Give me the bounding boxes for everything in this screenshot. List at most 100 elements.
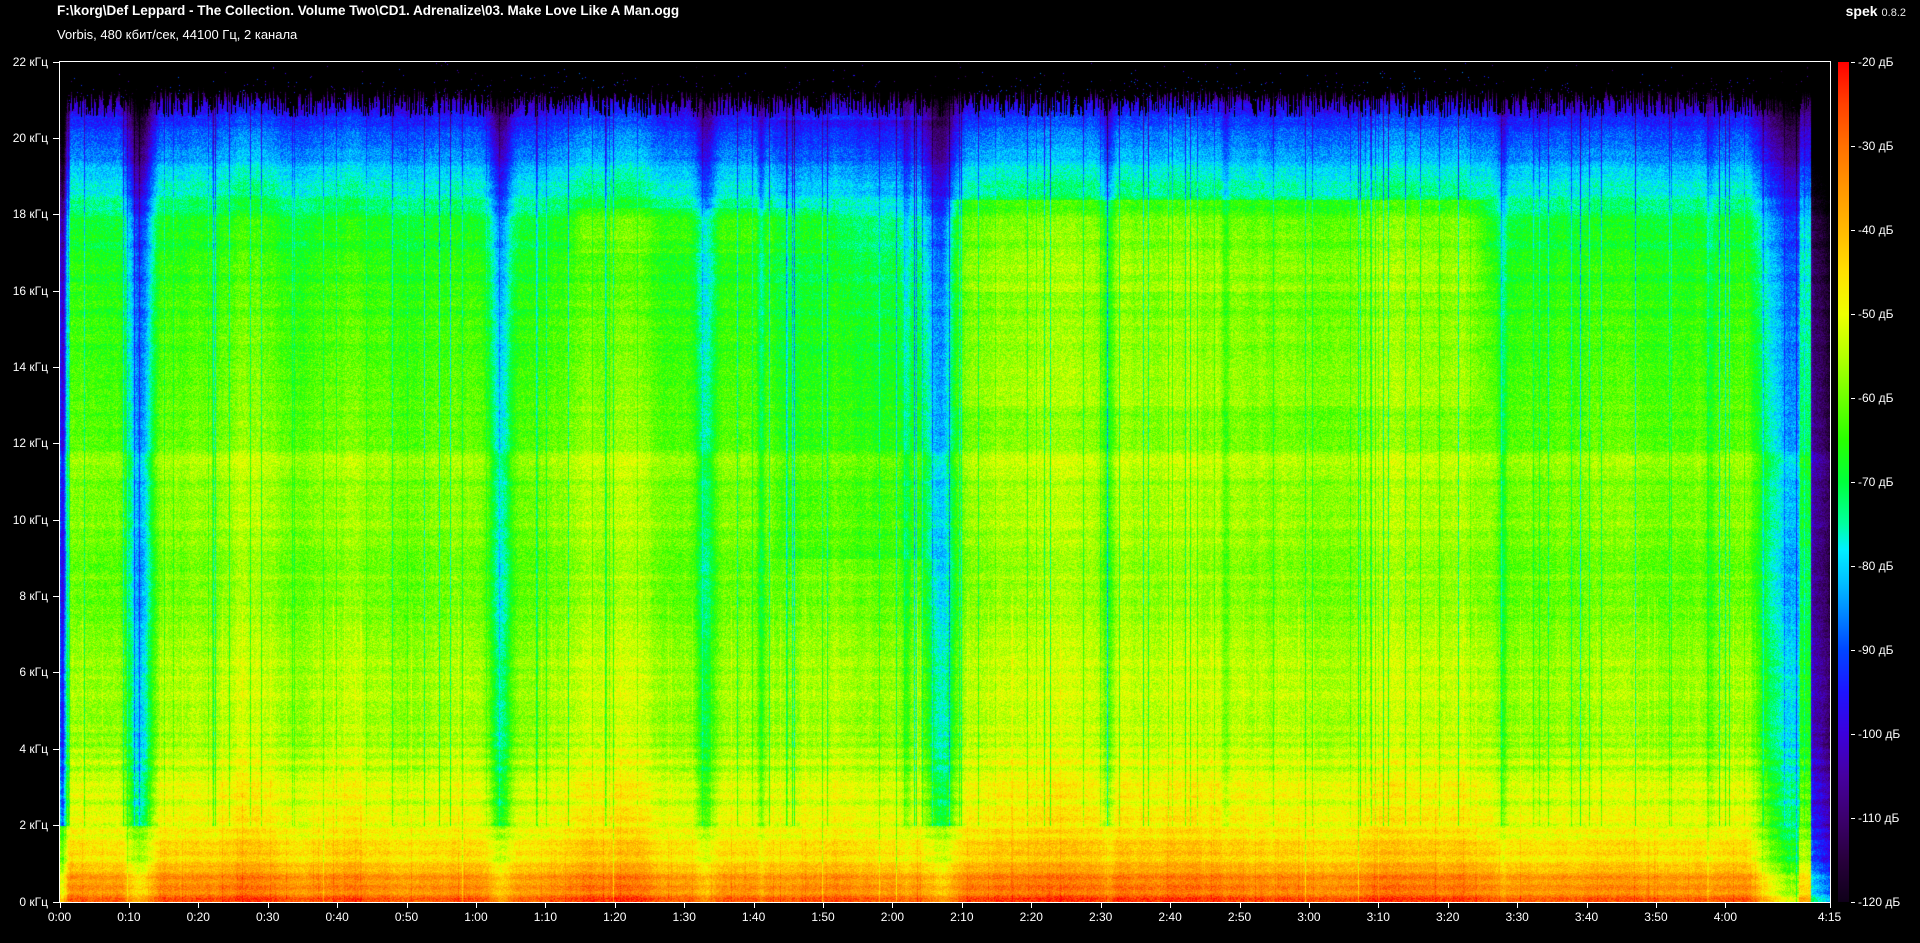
freq-tick [53,443,59,445]
time-tick-label: 3:40 [1574,910,1599,924]
time-tick [961,903,963,908]
time-tick-label: 1:10 [533,910,558,924]
freq-tick [53,901,59,903]
freq-tick [53,825,59,827]
spectrogram-canvas [60,62,1830,902]
db-tick-label: -100 дБ [1858,726,1901,741]
time-tick-label: 3:50 [1644,910,1668,924]
time-tick-label: 0:00 [47,910,72,924]
time-tick [1239,903,1241,908]
time-tick [1447,903,1449,908]
db-tick [1851,817,1855,819]
time-tick-label: 1:00 [464,910,488,924]
time-tick [1100,903,1102,908]
time-tick-label: 3:20 [1436,910,1460,924]
time-tick [198,903,200,908]
time-tick-label: 2:40 [1158,910,1182,924]
spek-window: F:\korg\Def Leppard - The Collection. Vo… [0,0,1920,943]
db-tick [1851,61,1855,63]
app-version: 0.8.2 [1881,7,1906,19]
db-tick-label: -110 дБ [1858,810,1900,825]
time-tick-label: 3:00 [1297,910,1321,924]
time-tick-label: 1:30 [672,910,696,924]
time-tick-label: 3:30 [1505,910,1529,924]
time-tick [1829,903,1831,908]
freq-tick-label: 16 кГц [12,283,48,298]
db-tick-label: -40 дБ [1858,222,1894,237]
db-tick [1851,733,1855,735]
app-name: spek [1845,3,1878,19]
db-tick-label: -30 дБ [1858,138,1894,153]
freq-tick-label: 18 кГц [12,207,48,222]
time-tick [267,903,269,908]
app-brand: spek 0.8.2 [1846,3,1906,19]
time-tick-label: 0:10 [117,910,141,924]
time-tick-label: 2:30 [1088,910,1113,924]
db-tick [1851,145,1855,147]
time-tick-label: 0:40 [325,910,349,924]
time-tick-label: 0:20 [186,910,210,924]
db-tick [1851,481,1855,483]
freq-tick-label: 0 кГц [19,894,48,909]
time-tick [1031,903,1033,908]
time-tick [128,903,130,908]
time-tick [1308,903,1310,908]
time-tick [545,903,547,908]
time-tick-label: 1:20 [603,910,627,924]
db-tick-label: -80 дБ [1858,558,1894,573]
time-tick [614,903,616,908]
db-tick-label: -90 дБ [1858,642,1894,657]
time-tick [1586,903,1588,908]
time-tick [684,903,686,908]
time-tick [1170,903,1172,908]
time-tick [1725,903,1727,908]
freq-tick-label: 2 кГц [19,818,48,833]
freq-tick-label: 8 кГц [19,589,48,604]
freq-tick-label: 6 кГц [19,665,48,680]
time-tick-label: 1:40 [741,910,766,924]
db-tick [1851,313,1855,315]
file-path-title: F:\korg\Def Leppard - The Collection. Vo… [57,3,680,18]
freq-tick [53,366,59,368]
freq-tick [53,214,59,216]
time-tick [406,903,408,908]
freq-tick [53,519,59,521]
db-tick-label: -120 дБ [1858,894,1901,909]
time-tick [337,903,339,908]
db-tick-label: -70 дБ [1858,474,1894,489]
time-tick-label: 4:15 [1817,910,1842,924]
db-tick [1851,649,1855,651]
stream-info: Vorbis, 480 кбит/сек, 44100 Гц, 2 канала [57,27,298,42]
time-tick [1655,903,1657,908]
freq-tick [53,596,59,598]
db-tick [1851,901,1855,903]
freq-tick [53,137,59,139]
db-tick-label: -60 дБ [1858,390,1894,405]
db-tick [1851,229,1855,231]
db-tick [1851,565,1855,567]
db-tick-label: -20 дБ [1858,54,1894,69]
db-tick-label: -50 дБ [1858,306,1894,321]
time-tick-label: 0:30 [256,910,280,924]
time-tick [892,903,894,908]
spectrogram-plot [59,61,1831,903]
time-tick-label: 1:50 [811,910,835,924]
db-tick [1851,397,1855,399]
time-tick [823,903,825,908]
legend-gradient-bar [1838,62,1849,902]
time-tick-label: 2:00 [880,910,905,924]
time-tick-label: 2:10 [950,910,974,924]
freq-tick-label: 20 кГц [12,130,48,145]
freq-tick-label: 12 кГц [12,436,48,451]
freq-tick [53,290,59,292]
freq-tick-label: 4 кГц [19,741,48,756]
freq-tick-label: 10 кГц [12,512,48,527]
time-tick-label: 2:20 [1019,910,1043,924]
time-tick-label: 2:50 [1227,910,1252,924]
time-tick [753,903,755,908]
time-tick [1378,903,1380,908]
freq-tick-label: 14 кГц [12,359,48,374]
time-tick-label: 4:00 [1713,910,1738,924]
time-tick [475,903,477,908]
time-tick-label: 3:10 [1366,910,1390,924]
